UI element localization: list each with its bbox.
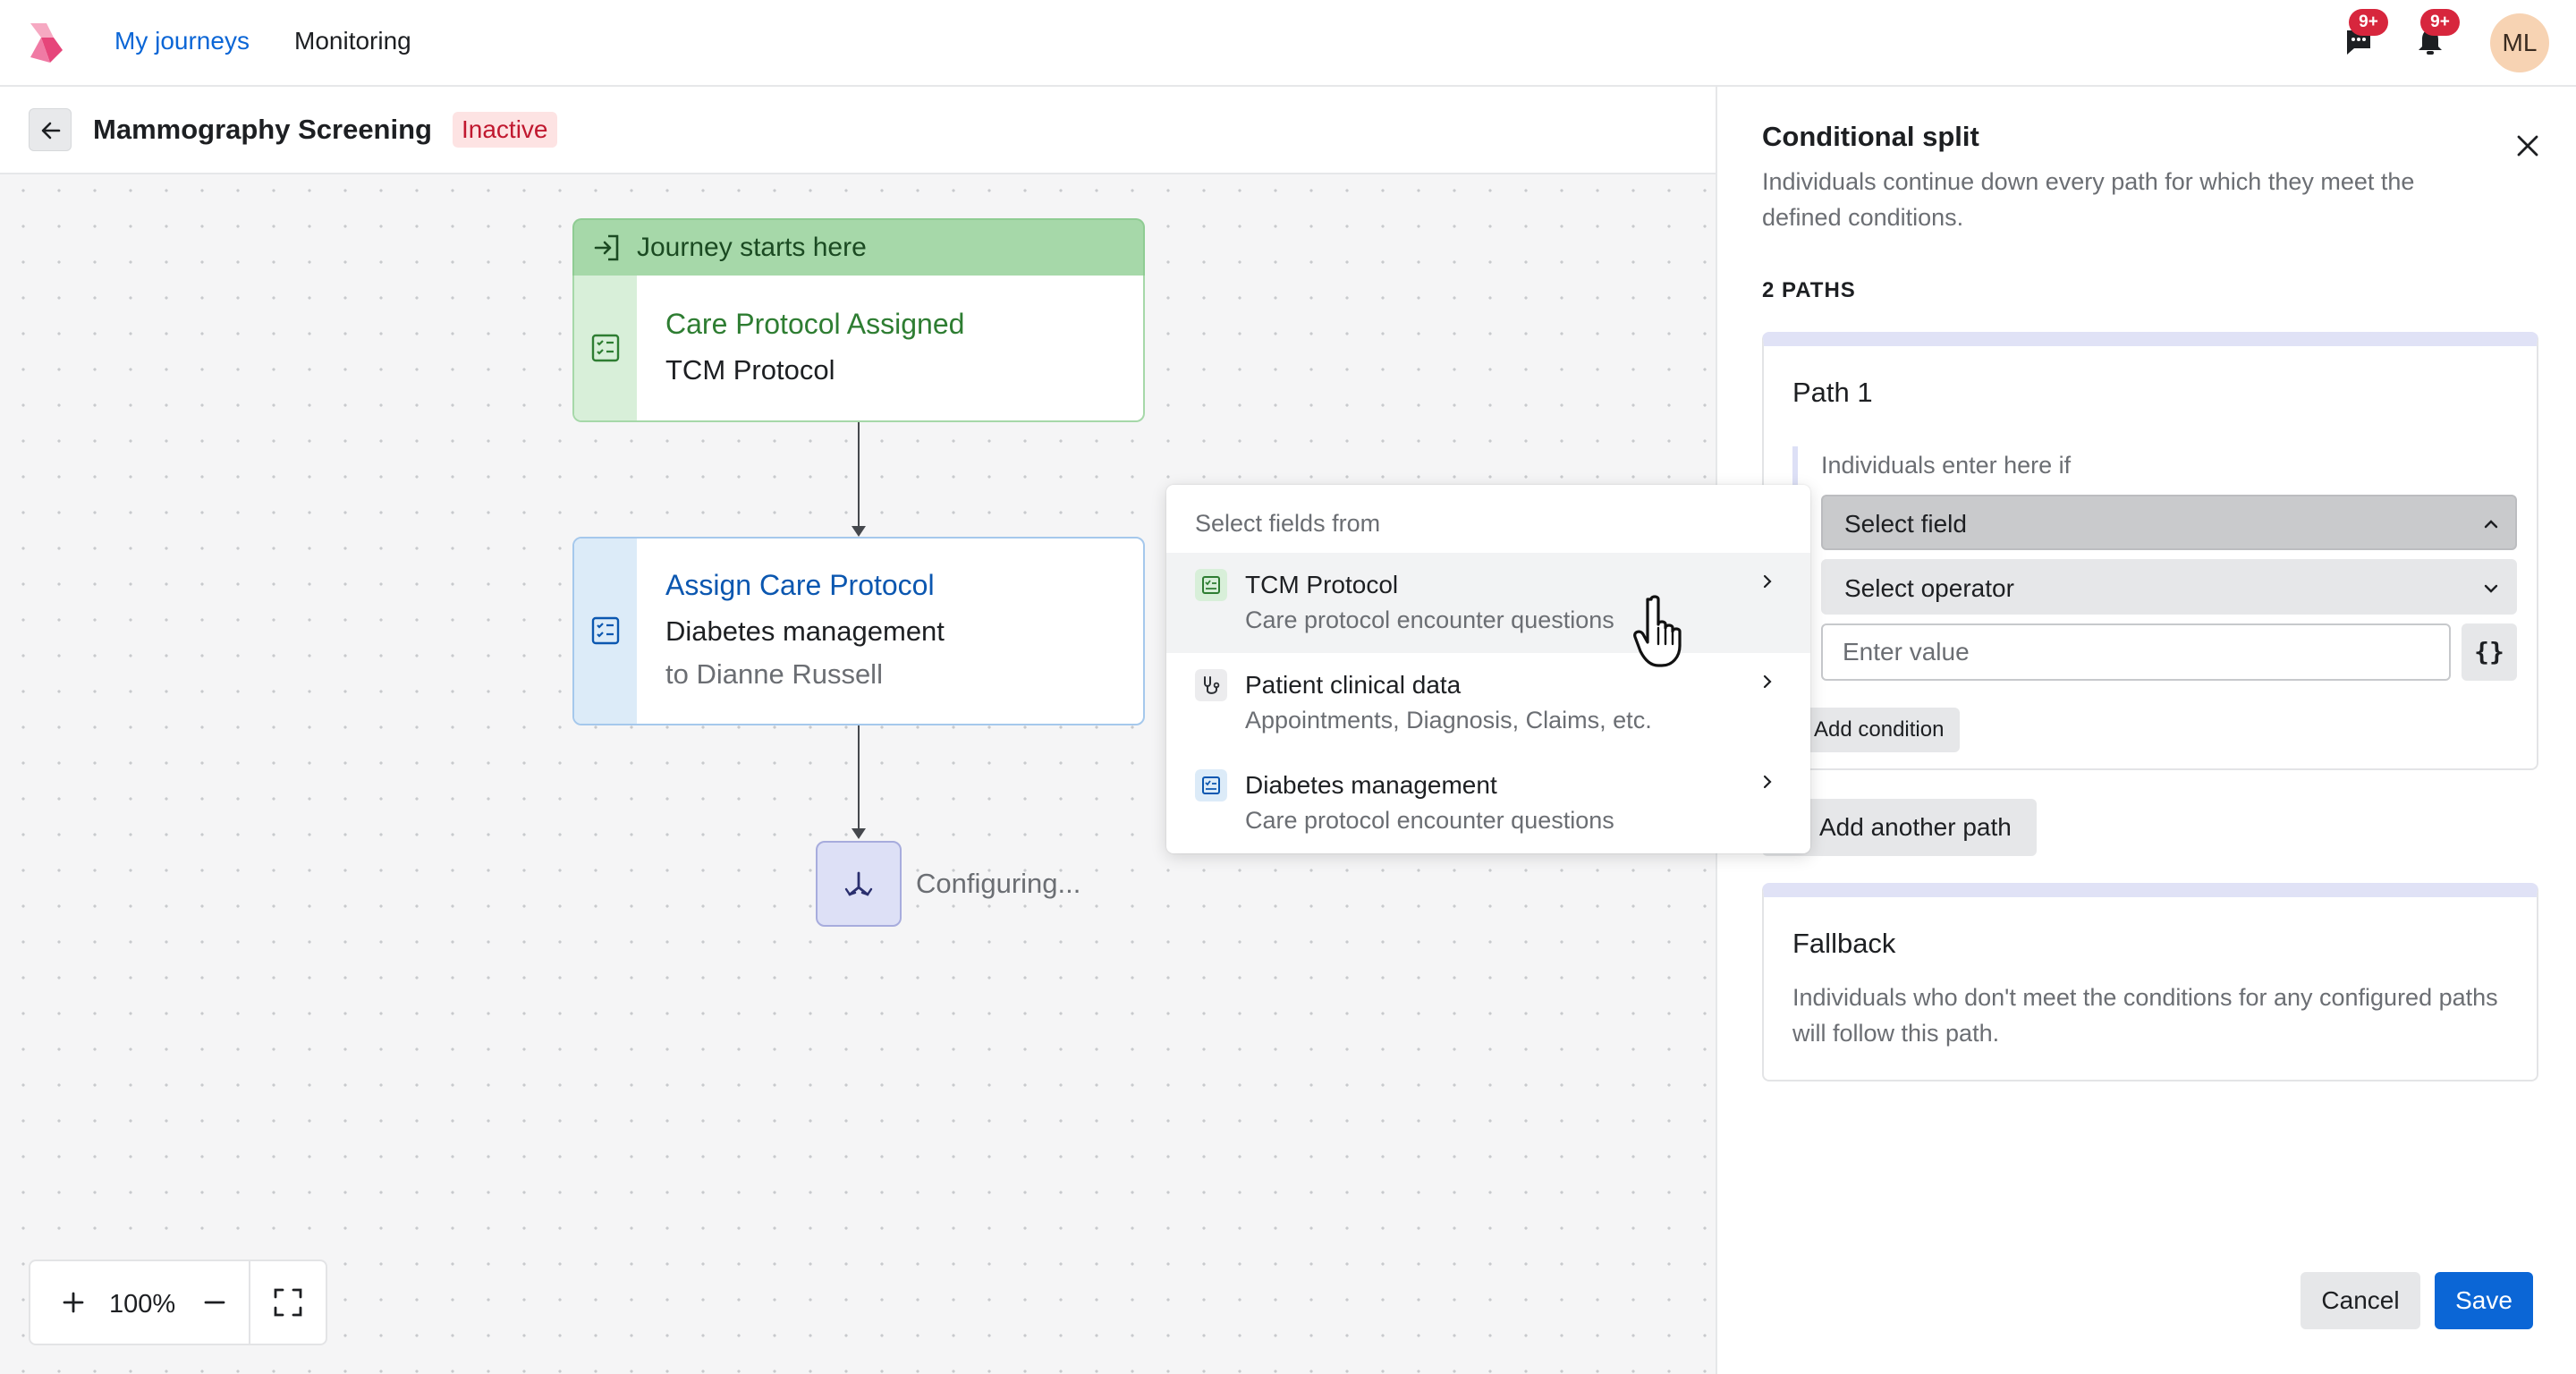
menu-item-patient-clinical-data[interactable]: Patient clinical data Appointments, Diag… xyxy=(1166,653,1810,753)
chevron-right-icon xyxy=(1763,574,1772,589)
select-operator-dropdown[interactable]: Select operator xyxy=(1821,559,2517,615)
chevron-up-icon xyxy=(2484,520,2498,529)
journey-title: Mammography Screening xyxy=(93,114,432,145)
panel-title: Conditional split xyxy=(1762,121,1979,152)
back-button[interactable] xyxy=(29,108,72,151)
cancel-button[interactable]: Cancel xyxy=(2301,1272,2420,1329)
save-button[interactable]: Save xyxy=(2435,1272,2533,1329)
action-node-assign-care-protocol[interactable]: Assign Care Protocol Diabetes management… xyxy=(572,537,1145,725)
path-title: Path 1 xyxy=(1792,377,1873,408)
hand-cursor-icon xyxy=(1633,595,1682,667)
select-operator-label: Select operator xyxy=(1844,574,2014,602)
insert-variable-button[interactable]: {} xyxy=(2462,623,2517,681)
connector-line xyxy=(858,725,860,831)
stethoscope-icon xyxy=(1195,669,1227,701)
app-logo[interactable] xyxy=(27,21,66,64)
menu-item-label: Patient clinical data xyxy=(1245,671,1462,699)
field-source-menu: Select fields from TCM Protocol Care pro… xyxy=(1166,485,1810,853)
fallback-title: Fallback xyxy=(1792,928,1896,959)
menu-item-tcm-protocol[interactable]: TCM Protocol Care protocol encounter que… xyxy=(1166,553,1810,653)
checklist-icon xyxy=(591,616,620,645)
split-icon xyxy=(844,871,873,896)
connector-arrow xyxy=(852,526,866,537)
chevron-right-icon xyxy=(1763,674,1772,689)
node-title: Care Protocol Assigned xyxy=(665,308,965,340)
nav-tab-monitoring[interactable]: Monitoring xyxy=(294,27,411,55)
zoom-divider xyxy=(249,1261,250,1344)
arrow-left-icon xyxy=(41,122,61,140)
node-subtitle: TCM Protocol xyxy=(665,354,835,386)
journey-start-label: Journey starts here xyxy=(637,233,867,262)
menu-heading: Select fields from xyxy=(1195,510,1381,537)
paths-count: 2 PATHS xyxy=(1762,278,1856,302)
fallback-description: Individuals who don't meet the condition… xyxy=(1792,984,2498,1047)
menu-item-label: TCM Protocol xyxy=(1245,571,1399,598)
status-badge: Inactive xyxy=(453,112,557,148)
menu-item-diabetes-management[interactable]: Diabetes management Care protocol encoun… xyxy=(1166,753,1810,853)
user-avatar[interactable]: ML xyxy=(2490,13,2549,72)
node-icon-strip xyxy=(574,276,637,420)
path-card-1: Path 1 Individuals enter here if Select … xyxy=(1762,332,2538,770)
journey-start-header[interactable]: Journey starts here xyxy=(572,218,1145,276)
conditional-split-node[interactable] xyxy=(816,841,902,927)
node-detail: to Dianne Russell xyxy=(665,658,883,690)
enter-icon xyxy=(594,234,619,261)
zoom-out-icon[interactable] xyxy=(199,1286,231,1319)
connector-arrow xyxy=(852,828,866,839)
menu-item-description: Appointments, Diagnosis, Claims, etc. xyxy=(1245,707,1652,734)
chevron-right-icon xyxy=(1763,775,1772,789)
trigger-node-care-protocol-assigned[interactable]: Care Protocol Assigned TCM Protocol xyxy=(572,276,1145,422)
fallback-card: Fallback Individuals who don't meet the … xyxy=(1762,883,2538,1081)
protocol-icon xyxy=(1195,769,1227,802)
menu-item-description: Care protocol encounter questions xyxy=(1245,606,1614,633)
node-title: Assign Care Protocol xyxy=(665,569,935,601)
node-icon-strip xyxy=(574,539,637,724)
zoom-level: 100% xyxy=(109,1290,176,1319)
menu-item-label: Diabetes management xyxy=(1245,771,1497,799)
fullscreen-icon[interactable] xyxy=(272,1286,304,1319)
value-input[interactable] xyxy=(1821,623,2451,681)
close-icon[interactable] xyxy=(2513,131,2542,160)
zoom-in-icon[interactable] xyxy=(57,1286,89,1319)
node-subtitle: Diabetes management xyxy=(665,615,945,647)
protocol-icon xyxy=(1195,569,1227,601)
messages-count-badge: 9+ xyxy=(2349,9,2388,36)
split-node-status: Configuring... xyxy=(916,868,1081,899)
zoom-controls: 100% xyxy=(29,1260,327,1345)
enter-if-label: Individuals enter here if xyxy=(1821,452,2072,479)
top-navigation: My journeys Monitoring 9+ 9+ ML xyxy=(0,0,2576,87)
journey-header: Mammography Screening Inactive xyxy=(0,87,1716,174)
notifications-count-badge: 9+ xyxy=(2420,9,2460,36)
checklist-icon xyxy=(591,334,620,362)
select-field-dropdown[interactable]: Select field xyxy=(1821,495,2517,550)
chevron-down-icon xyxy=(2484,584,2498,593)
nav-tab-my-journeys[interactable]: My journeys xyxy=(114,27,250,55)
select-field-label: Select field xyxy=(1844,510,1967,538)
connector-line xyxy=(858,422,860,530)
menu-item-description: Care protocol encounter questions xyxy=(1245,807,1614,834)
conditional-split-panel: Conditional split Individuals continue d… xyxy=(1716,87,2576,1374)
panel-description: Individuals continue down every path for… xyxy=(1762,168,2415,231)
add-condition-button[interactable]: Add condition xyxy=(1792,708,1961,752)
